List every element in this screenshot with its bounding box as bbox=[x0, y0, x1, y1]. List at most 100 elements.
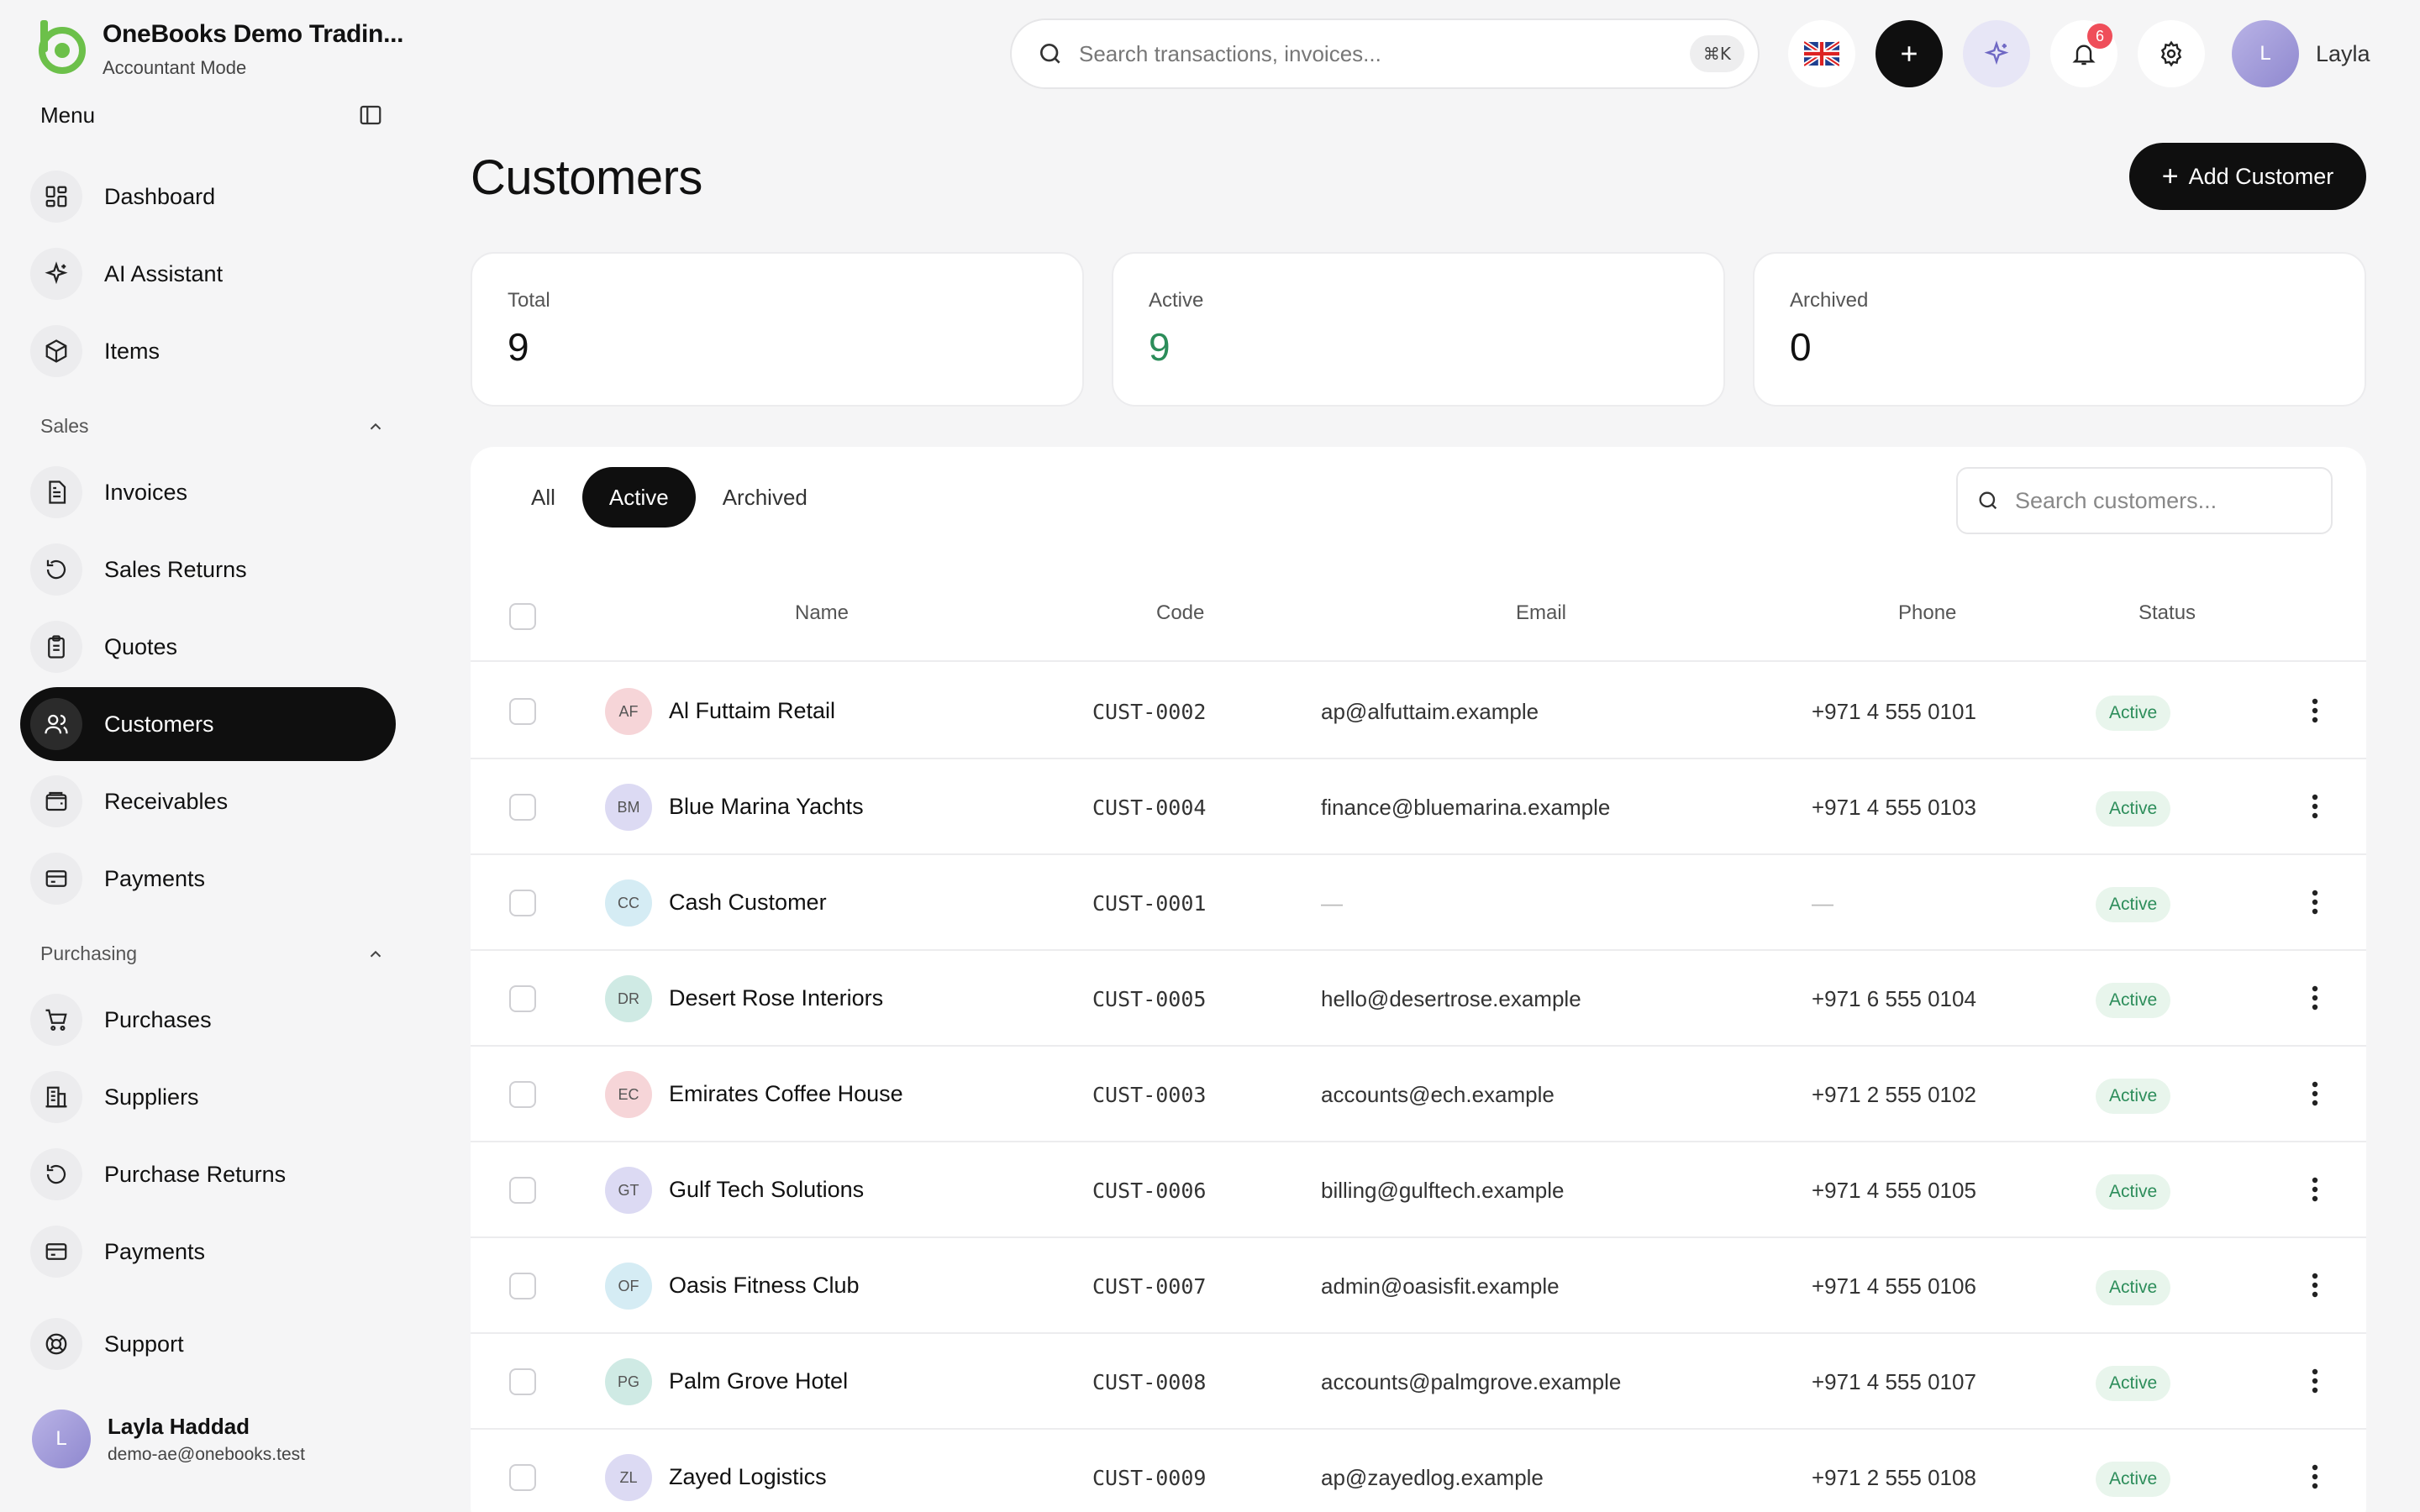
uk-flag-icon bbox=[1804, 41, 1839, 66]
quick-create-button[interactable] bbox=[1876, 20, 1943, 87]
stat-value: 9 bbox=[1149, 325, 1171, 369]
nav-quotes[interactable]: Quotes bbox=[20, 610, 396, 684]
nav-label: Items bbox=[104, 338, 160, 364]
row-checkbox[interactable] bbox=[509, 794, 536, 821]
row-checkbox[interactable] bbox=[509, 890, 536, 916]
nav-customers[interactable]: Customers bbox=[20, 687, 396, 761]
purchasing-section-toggle[interactable]: Purchasing bbox=[40, 942, 385, 965]
status-badge: Active bbox=[2096, 1079, 2171, 1114]
nav-support[interactable]: Support bbox=[20, 1307, 396, 1381]
nav-sales-returns[interactable]: Sales Returns bbox=[20, 533, 396, 606]
users-icon bbox=[30, 698, 82, 750]
menu-title: Menu bbox=[40, 102, 96, 128]
table-row[interactable]: OF Oasis Fitness Club CUST-0007 admin@oasis… bbox=[471, 1238, 2366, 1334]
sidebar-user-card[interactable]: L Layla Haddad demo-ae@onebooks.test bbox=[32, 1410, 305, 1468]
column-header-name[interactable]: Name bbox=[795, 601, 849, 625]
customer-search-input[interactable] bbox=[2015, 487, 2317, 514]
global-search[interactable]: ⌘K bbox=[1010, 18, 1760, 89]
table-row[interactable]: DR Desert Rose Interiors CUST-0005 hello@de… bbox=[471, 951, 2366, 1047]
table-row[interactable]: EC Emirates Coffee House CUST-0003 accounts… bbox=[471, 1047, 2366, 1142]
nav-invoices[interactable]: Invoices bbox=[20, 455, 396, 529]
sidebar-toggle-icon bbox=[360, 105, 381, 125]
customer-email: billing@gulftech.example bbox=[1321, 1178, 1565, 1203]
row-actions-menu-icon[interactable] bbox=[2302, 1077, 2328, 1110]
user-name: Layla bbox=[2316, 40, 2370, 66]
settings-button[interactable] bbox=[2138, 20, 2205, 87]
table-row[interactable]: AF Al Futtaim Retail CUST-0002 ap@alfuttaim… bbox=[471, 664, 2366, 759]
customer-avatar: CC bbox=[605, 879, 652, 927]
column-header-code[interactable]: Code bbox=[1156, 601, 1204, 625]
customer-avatar: EC bbox=[605, 1071, 652, 1118]
table-row[interactable]: CC Cash Customer CUST-0001 — — Active bbox=[471, 855, 2366, 951]
row-actions-menu-icon[interactable] bbox=[2302, 1364, 2328, 1398]
nav-suppliers[interactable]: Suppliers bbox=[20, 1060, 396, 1134]
user-menu[interactable]: L Layla bbox=[2232, 20, 2370, 87]
row-actions-menu-icon[interactable] bbox=[2302, 790, 2328, 823]
row-checkbox[interactable] bbox=[509, 985, 536, 1012]
table-row[interactable]: PG Palm Grove Hotel CUST-0008 accounts@palm… bbox=[471, 1334, 2366, 1430]
notifications-button[interactable]: 6 bbox=[2050, 20, 2118, 87]
select-all-checkbox[interactable] bbox=[509, 603, 536, 630]
stat-card-total: Total 9 bbox=[471, 252, 1084, 407]
nav-sales-payments[interactable]: Payments bbox=[20, 842, 396, 916]
brand[interactable]: OneBooks Demo Tradin... Accountant Mode bbox=[32, 18, 403, 79]
customer-code: CUST-0006 bbox=[1092, 1179, 1207, 1203]
customer-name[interactable]: Palm Grove Hotel bbox=[669, 1368, 848, 1394]
nav-dashboard[interactable]: Dashboard bbox=[20, 160, 396, 234]
row-actions-menu-icon[interactable] bbox=[2302, 885, 2328, 919]
nav-purchase-returns[interactable]: Purchase Returns bbox=[20, 1137, 396, 1211]
customer-name[interactable]: Zayed Logistics bbox=[669, 1464, 827, 1490]
stat-label: Total bbox=[508, 289, 550, 312]
column-header-status[interactable]: Status bbox=[2139, 601, 2196, 625]
customer-phone: +971 4 555 0101 bbox=[1812, 699, 1976, 724]
tab-all[interactable]: All bbox=[504, 467, 582, 528]
row-actions-menu-icon[interactable] bbox=[2302, 1173, 2328, 1206]
nav-purchase-payments[interactable]: Payments bbox=[20, 1215, 396, 1289]
row-actions-menu-icon[interactable] bbox=[2302, 1268, 2328, 1302]
collapse-sidebar-button[interactable] bbox=[356, 101, 385, 129]
customer-name[interactable]: Cash Customer bbox=[669, 890, 827, 916]
row-actions-menu-icon[interactable] bbox=[2302, 694, 2328, 727]
customer-name[interactable]: Emirates Coffee House bbox=[669, 1081, 903, 1107]
nav-purchases[interactable]: Purchases bbox=[20, 983, 396, 1057]
nav-receivables[interactable]: Receivables bbox=[20, 764, 396, 838]
nav-ai-assistant[interactable]: AI Assistant bbox=[20, 237, 396, 311]
row-checkbox[interactable] bbox=[509, 1177, 536, 1204]
customer-phone: +971 4 555 0105 bbox=[1812, 1178, 1976, 1203]
customer-name[interactable]: Oasis Fitness Club bbox=[669, 1273, 860, 1299]
customer-name[interactable]: Desert Rose Interiors bbox=[669, 985, 883, 1011]
customer-search[interactable] bbox=[1956, 467, 2333, 534]
customer-code: CUST-0005 bbox=[1092, 987, 1207, 1011]
row-actions-menu-icon[interactable] bbox=[2302, 1460, 2328, 1494]
status-tabs: All Active Archived bbox=[504, 467, 834, 528]
gear-icon bbox=[2160, 40, 2182, 67]
tab-active[interactable]: Active bbox=[581, 467, 696, 528]
nav-label: Sales Returns bbox=[104, 556, 247, 582]
language-button[interactable] bbox=[1788, 20, 1855, 87]
brand-mode: Accountant Mode bbox=[103, 57, 247, 78]
column-header-phone[interactable]: Phone bbox=[1898, 601, 1956, 625]
customer-name[interactable]: Gulf Tech Solutions bbox=[669, 1177, 864, 1203]
customer-phone: +971 4 555 0106 bbox=[1812, 1273, 1976, 1299]
brand-logo-icon bbox=[39, 20, 86, 74]
customer-email: — bbox=[1321, 890, 1343, 916]
row-actions-menu-icon[interactable] bbox=[2302, 981, 2328, 1015]
global-search-input[interactable] bbox=[1079, 40, 1667, 67]
add-customer-button[interactable]: + Add Customer bbox=[2129, 143, 2366, 210]
customer-name[interactable]: Al Futtaim Retail bbox=[669, 698, 835, 724]
table-row[interactable]: BM Blue Marina Yachts CUST-0004 finance@blu… bbox=[471, 759, 2366, 855]
row-checkbox[interactable] bbox=[509, 698, 536, 725]
row-checkbox[interactable] bbox=[509, 1081, 536, 1108]
nav-items[interactable]: Items bbox=[20, 314, 396, 388]
column-header-email[interactable]: Email bbox=[1516, 601, 1566, 625]
tab-archived[interactable]: Archived bbox=[696, 467, 834, 528]
table-row[interactable]: GT Gulf Tech Solutions CUST-0006 billing@gu… bbox=[471, 1142, 2366, 1238]
customer-name[interactable]: Blue Marina Yachts bbox=[669, 794, 864, 820]
row-checkbox[interactable] bbox=[509, 1464, 536, 1491]
ai-assistant-button[interactable] bbox=[1963, 20, 2030, 87]
row-checkbox[interactable] bbox=[509, 1368, 536, 1395]
row-checkbox[interactable] bbox=[509, 1273, 536, 1299]
sales-section-toggle[interactable]: Sales bbox=[40, 415, 385, 438]
customer-phone: +971 4 555 0103 bbox=[1812, 795, 1976, 820]
table-row[interactable]: ZL Zayed Logistics CUST-0009 ap@zayedlog.ex… bbox=[471, 1430, 2366, 1512]
